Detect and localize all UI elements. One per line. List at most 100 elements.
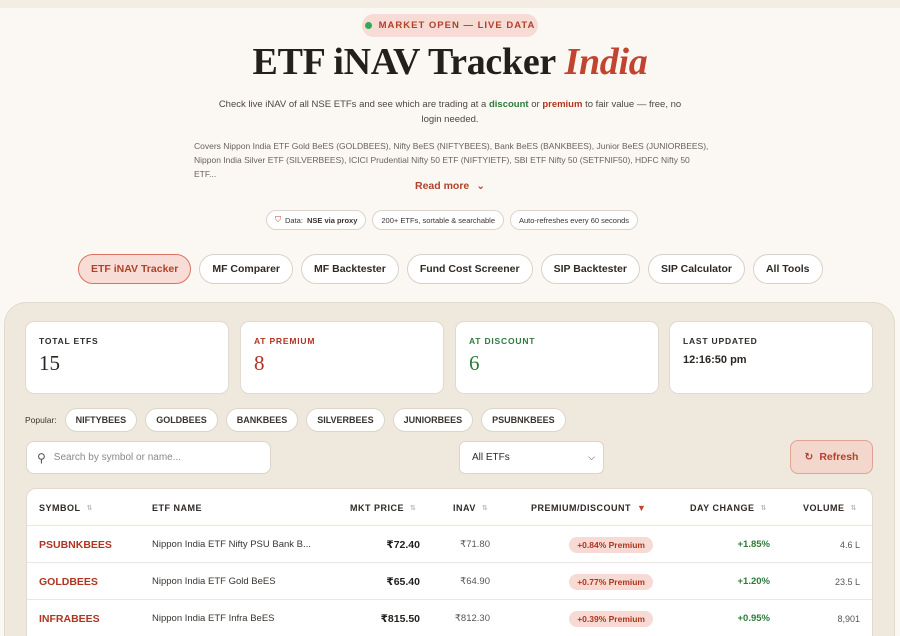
- row-premium-discount: +0.39% Premium: [527, 600, 653, 636]
- refresh-icon: ↻: [804, 451, 814, 463]
- top-strip: [0, 0, 900, 8]
- chevron-down-icon: ⌄: [476, 180, 485, 192]
- row-etf-name: Nippon India ETF Nifty PSU Bank B...: [152, 539, 311, 550]
- subtitle-discount: discount: [488, 99, 529, 110]
- shield-icon: ⛉: [275, 215, 281, 224]
- search-input[interactable]: [53, 452, 254, 463]
- nav-all-tools[interactable]: All Tools: [752, 254, 823, 284]
- sort-icon: ⇅: [410, 504, 417, 512]
- col-symbol-label: SYMBOL: [39, 502, 81, 513]
- stat-at-discount: AT DISCOUNT 6: [455, 321, 659, 394]
- row-day-change: +0.95%: [737, 613, 771, 624]
- market-status-pill: MARKET OPEN — LIVE DATA: [362, 14, 538, 37]
- row-inav: ₹64.90: [460, 576, 490, 587]
- table-header: SYMBOL ⇅ ETF NAME MKT PRICE ⇅ INAV ⇅ PREMIU…: [27, 489, 872, 526]
- page-subtitle: Check live iNAV of all NSE ETFs and see …: [210, 97, 690, 127]
- data-source-badge: ⛉ Data: NSE via proxy: [266, 210, 367, 230]
- popular-chip-juniorbees[interactable]: JUNIORBEES: [392, 408, 474, 432]
- covers-text: Covers Nippon India ETF Gold BeES (GOLDB…: [194, 141, 709, 179]
- row-inav: ₹812.30: [454, 613, 490, 624]
- row-symbol[interactable]: PSUBNKBEES: [39, 526, 112, 563]
- tools-nav: ETF iNAV Tracker MF Comparer MF Backtest…: [78, 254, 823, 284]
- etf-filter-select[interactable]: All ETFs ⌵: [459, 441, 604, 474]
- subtitle-or: or: [528, 99, 543, 110]
- etf-filter-value: All ETFs: [472, 452, 510, 463]
- refresh-button[interactable]: ↻ Refresh: [790, 440, 873, 474]
- row-volume: 4.6 L: [839, 539, 860, 550]
- table-row[interactable]: INFRABEES Nippon India ETF Infra BeES ₹8…: [27, 600, 872, 636]
- nav-sip-calculator[interactable]: SIP Calculator: [647, 254, 745, 284]
- row-premium-discount: +0.77% Premium: [527, 563, 653, 600]
- sort-icon: ⇅: [481, 504, 489, 512]
- data-source-value: NSE via proxy: [306, 215, 358, 225]
- popular-chip-bankbees[interactable]: BANKBEES: [225, 408, 299, 432]
- row-volume: 8,901: [837, 613, 860, 624]
- row-inav: ₹71.80: [460, 539, 490, 550]
- page-title-accent: India: [564, 41, 648, 83]
- col-day-change[interactable]: DAY CHANGE ⇅: [690, 489, 767, 526]
- premium-badge: +0.84% Premium: [569, 536, 653, 553]
- stat-total-value: 15: [39, 351, 60, 375]
- table-row[interactable]: GOLDBEES Nippon India ETF Gold BeES ₹65.…: [27, 563, 872, 600]
- col-inav[interactable]: INAV ⇅: [453, 489, 488, 526]
- page-title: ETF iNAV Tracker India: [0, 40, 900, 84]
- live-dot-icon: [364, 22, 372, 29]
- popular-chip-niftybees[interactable]: NIFTYBEES: [64, 408, 138, 432]
- col-symbol[interactable]: SYMBOL ⇅: [39, 489, 93, 526]
- col-volume[interactable]: VOLUME ⇅: [803, 489, 857, 526]
- stat-at-premium: AT PREMIUM 8: [240, 321, 444, 394]
- market-status-text: MARKET OPEN — LIVE DATA: [378, 20, 536, 31]
- row-symbol[interactable]: INFRABEES: [39, 600, 100, 636]
- data-source-label: Data:: [285, 215, 303, 225]
- col-premium-discount[interactable]: PREMIUM/DISCOUNT ▼: [531, 489, 646, 526]
- stat-updated-value: 12:16:50 pm: [683, 354, 747, 366]
- row-etf-name: Nippon India ETF Infra BeES: [152, 613, 275, 624]
- stat-premium-value: 8: [254, 351, 265, 375]
- info-badges: ⛉ Data: NSE via proxy 200+ ETFs, sortabl…: [266, 210, 639, 230]
- nav-mf-backtester[interactable]: MF Backtester: [301, 254, 399, 284]
- sort-icon: ⇅: [850, 504, 857, 512]
- row-mkt-price: ₹72.40: [386, 538, 420, 551]
- col-volume-label: VOLUME: [803, 502, 845, 513]
- page-title-main: ETF iNAV Tracker: [252, 41, 565, 83]
- col-change-label: DAY CHANGE: [690, 502, 755, 513]
- stat-discount-label: AT DISCOUNT: [469, 336, 536, 346]
- table-row[interactable]: PSUBNKBEES Nippon India ETF Nifty PSU Ba…: [27, 526, 872, 563]
- stat-updated-label: LAST UPDATED: [683, 336, 758, 346]
- popular-chip-silverbees[interactable]: SILVERBEES: [306, 408, 385, 432]
- sort-desc-icon: ▼: [637, 502, 647, 513]
- etf-table: SYMBOL ⇅ ETF NAME MKT PRICE ⇅ INAV ⇅ PREMIU…: [26, 488, 873, 636]
- popular-label: Popular:: [25, 415, 57, 425]
- nav-mf-comparer[interactable]: MF Comparer: [199, 254, 294, 284]
- subtitle-part1: Check live iNAV of all NSE ETFs and see …: [218, 99, 489, 110]
- col-name-label: ETF NAME: [152, 502, 202, 513]
- row-premium-discount: +0.84% Premium: [527, 526, 653, 563]
- read-more-link[interactable]: Read more ⌄: [0, 180, 900, 192]
- sort-icon: ⇅: [86, 504, 93, 512]
- stat-last-updated: LAST UPDATED 12:16:50 pm: [669, 321, 873, 394]
- sort-icon: ⇅: [760, 504, 767, 512]
- nav-fund-cost-screener[interactable]: Fund Cost Screener: [406, 254, 533, 284]
- stat-premium-label: AT PREMIUM: [254, 336, 316, 346]
- col-premdisc-label: PREMIUM/DISCOUNT: [531, 502, 631, 513]
- row-day-change: +1.85%: [737, 539, 771, 550]
- stat-total-etfs: TOTAL ETFS 15: [25, 321, 229, 394]
- nav-sip-backtester[interactable]: SIP Backtester: [540, 254, 640, 284]
- col-price-label: MKT PRICE: [350, 502, 404, 513]
- premium-badge: +0.39% Premium: [569, 610, 653, 627]
- row-mkt-price: ₹65.40: [386, 575, 420, 588]
- nav-etf-inav-tracker[interactable]: ETF iNAV Tracker: [78, 254, 192, 284]
- popular-etfs: Popular: NIFTYBEES GOLDBEES BANKBEES SIL…: [25, 408, 566, 432]
- col-mkt-price[interactable]: MKT PRICE ⇅: [350, 489, 416, 526]
- popular-chip-psubnkbees[interactable]: PSUBNKBEES: [481, 408, 566, 432]
- etf-count-badge: 200+ ETFs, sortable & searchable: [372, 210, 504, 230]
- read-more-label: Read more: [414, 180, 470, 192]
- col-inav-label: INAV: [453, 502, 476, 513]
- popular-chip-goldbees[interactable]: GOLDBEES: [145, 408, 218, 432]
- row-mkt-price: ₹815.50: [380, 612, 420, 625]
- row-symbol[interactable]: GOLDBEES: [39, 563, 98, 600]
- row-etf-name: Nippon India ETF Gold BeES: [152, 576, 276, 587]
- search-box: ⚲: [26, 441, 271, 474]
- row-day-change: +1.20%: [737, 576, 771, 587]
- stat-total-label: TOTAL ETFS: [39, 336, 99, 346]
